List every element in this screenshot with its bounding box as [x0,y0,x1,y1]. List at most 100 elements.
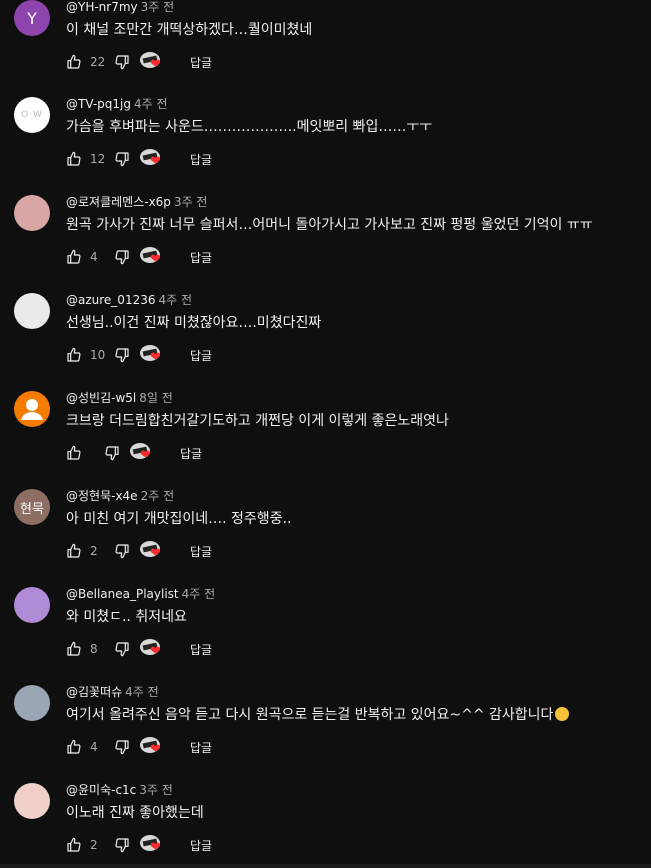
reply-button[interactable]: 답글 [190,249,212,266]
like-count: 2 [90,838,98,852]
comment-actions: 2 ❤ 답글 [66,835,212,855]
comment-item: @로져클레멘스-x6p 3주 전원곡 가사가 진짜 너무 슬퍼서…어머니 돌아가시… [0,195,651,293]
comment-text-content: 원곡 가사가 진짜 너무 슬퍼서…어머니 돌아가시고 가사보고 진짜 펑펑 울었… [66,217,593,233]
comments-section: Y @YH-nr7my 3주 전이 채널 조만간 개떡상하겠다…퀄이미쳤네 22 ❤ 답글… [0,0,651,868]
creator-heart-icon: ❤ [140,247,166,267]
avatar[interactable] [14,783,50,819]
thumbs-down-icon[interactable] [114,641,130,657]
comment-text: 선생님..이건 진짜 미쳤잖아요….미쳤다진짜 [66,314,321,332]
comment-text-content: 크브랑 더드림합친거갈기도하고 개쩐당 이게 이렇게 좋은노래엿나 [66,413,449,429]
thumbs-down-icon[interactable] [114,249,130,265]
comment-timestamp[interactable]: 4주 전 [158,293,192,307]
avatar[interactable]: 현묵 [14,489,50,525]
comment-text-content: 가슴을 후벼파는 사운드………………..메잇뽀리 뽜입……ㅜㅜ [66,119,433,135]
thumbs-down-icon[interactable] [104,445,120,461]
comment-header: @김꽃떠슈 4주 전 [66,685,159,699]
smiling-face-emoji-icon [555,707,570,721]
default-avatar-icon[interactable] [14,391,50,427]
reply-button[interactable]: 답글 [190,347,212,364]
comment-text-content: 선생님..이건 진짜 미쳤잖아요….미쳤다진짜 [66,315,322,331]
comment-header: @YH-nr7my 3주 전 [66,0,174,14]
reply-button[interactable]: 답글 [190,837,212,854]
comment-text: 아 미친 여기 개맛집이네…. 정주행중.. [66,510,291,528]
avatar[interactable] [14,587,50,623]
thumbs-down-icon[interactable] [114,837,130,853]
like-count: 4 [90,740,98,754]
creator-heart-icon: ❤ [140,835,166,855]
author-handle[interactable]: @로져클레멘스-x6p [66,195,171,209]
author-handle[interactable]: @김꽃떠슈 [66,685,122,699]
thumbs-up-icon[interactable] [66,739,82,755]
comment-actions: 2 ❤ 답글 [66,541,212,561]
thumbs-up-icon[interactable] [66,543,82,559]
reply-button[interactable]: 답글 [190,641,212,658]
thumbs-up-icon[interactable] [66,151,82,167]
thumbs-down-icon[interactable] [114,151,130,167]
creator-heart-icon: ❤ [140,639,166,659]
comment-timestamp[interactable]: 4주 전 [134,97,168,111]
comment-timestamp[interactable]: 4주 전 [182,587,216,601]
avatar[interactable] [14,195,50,231]
author-handle[interactable]: @정현묵-x4e [66,489,138,503]
thumbs-up-icon[interactable] [66,641,82,657]
like-count: 22 [90,55,106,69]
comment-item: 현묵 @정현묵-x4e 2주 전아 미친 여기 개맛집이네…. 정주행중.. 2 ❤ 답글 [0,489,651,587]
author-handle[interactable]: @윤미숙-c1c [66,783,136,797]
comment-header: @로져클레멘스-x6p 3주 전 [66,195,207,209]
comment-header: @정현묵-x4e 2주 전 [66,489,174,503]
thumbs-down-icon[interactable] [114,543,130,559]
comment-text: 원곡 가사가 진짜 너무 슬퍼서…어머니 돌아가시고 가사보고 진짜 펑펑 울었… [66,216,593,234]
comment-text: 여기서 올려주신 음악 듣고 다시 원곡으로 듣는걸 반복하고 있어요~^^ 감… [66,706,570,724]
avatar[interactable] [14,685,50,721]
comment-text-content: 이노래 진짜 좋아했는데 [66,805,204,821]
thumbs-down-icon[interactable] [114,347,130,363]
thumbs-down-icon[interactable] [114,54,130,70]
comment-header: @Bellanea_Playlist 4주 전 [66,587,215,601]
comment-item: Y @YH-nr7my 3주 전이 채널 조만간 개떡상하겠다…퀄이미쳤네 22 ❤ 답글 [0,0,651,98]
avatar[interactable] [14,293,50,329]
comment-timestamp[interactable]: 3주 전 [139,783,173,797]
avatar[interactable]: Y [14,0,50,36]
author-handle[interactable]: @성빈김-w5l [66,391,136,405]
thumbs-up-icon[interactable] [66,445,82,461]
thumbs-up-icon[interactable] [66,347,82,363]
like-count: 8 [90,642,98,656]
creator-heart-icon: ❤ [140,345,166,365]
author-handle[interactable]: @azure_01236 [66,293,155,307]
comment-timestamp[interactable]: 3주 전 [141,0,175,14]
comment-text-content: 아 미친 여기 개맛집이네…. 정주행중.. [66,511,292,527]
comment-actions: 12 ❤ 답글 [66,149,212,169]
comment-actions: 4 ❤ 답글 [66,247,212,267]
comment-timestamp[interactable]: 4주 전 [125,685,159,699]
comment-item: @김꽃떠슈 4주 전여기서 올려주신 음악 듣고 다시 원곡으로 듣는걸 반복하고… [0,685,651,783]
comment-text: 이 채널 조만간 개떡상하겠다…퀄이미쳤네 [66,21,312,39]
comment-text: 이노래 진짜 좋아했는데 [66,804,204,822]
creator-heart-icon: ❤ [140,149,166,169]
comment-timestamp[interactable]: 8일 전 [139,391,173,405]
reply-button[interactable]: 답글 [190,151,212,168]
comment-actions: 22 ❤ 답글 [66,52,212,72]
comment-header: @TV-pq1jg 4주 전 [66,97,168,111]
reply-button[interactable]: 답글 [190,739,212,756]
like-count: 12 [90,152,106,166]
reply-button[interactable]: 답글 [190,54,212,71]
comment-text-content: 와 미쳤ㄷ.. 취저네요 [66,609,187,625]
reply-button[interactable]: 답글 [190,543,212,560]
thumbs-down-icon[interactable] [114,739,130,755]
creator-heart-icon: ❤ [140,52,166,72]
thumbs-up-icon[interactable] [66,249,82,265]
thumbs-up-icon[interactable] [66,54,82,70]
thumbs-up-icon[interactable] [66,837,82,853]
avatar[interactable]: O·W [14,97,50,133]
comment-item: @Bellanea_Playlist 4주 전와 미쳤ㄷ.. 취저네요 8 ❤ 답글 [0,587,651,685]
reply-button[interactable]: 답글 [180,445,202,462]
horizontal-scrollbar[interactable] [0,864,651,868]
comment-timestamp[interactable]: 3주 전 [174,195,208,209]
comment-text: 와 미쳤ㄷ.. 취저네요 [66,608,187,626]
author-handle[interactable]: @YH-nr7my [66,0,138,14]
comment-timestamp[interactable]: 2주 전 [141,489,175,503]
author-handle[interactable]: @Bellanea_Playlist [66,587,179,601]
author-handle[interactable]: @TV-pq1jg [66,97,131,111]
like-count: 10 [90,348,106,362]
like-count: 4 [90,250,98,264]
